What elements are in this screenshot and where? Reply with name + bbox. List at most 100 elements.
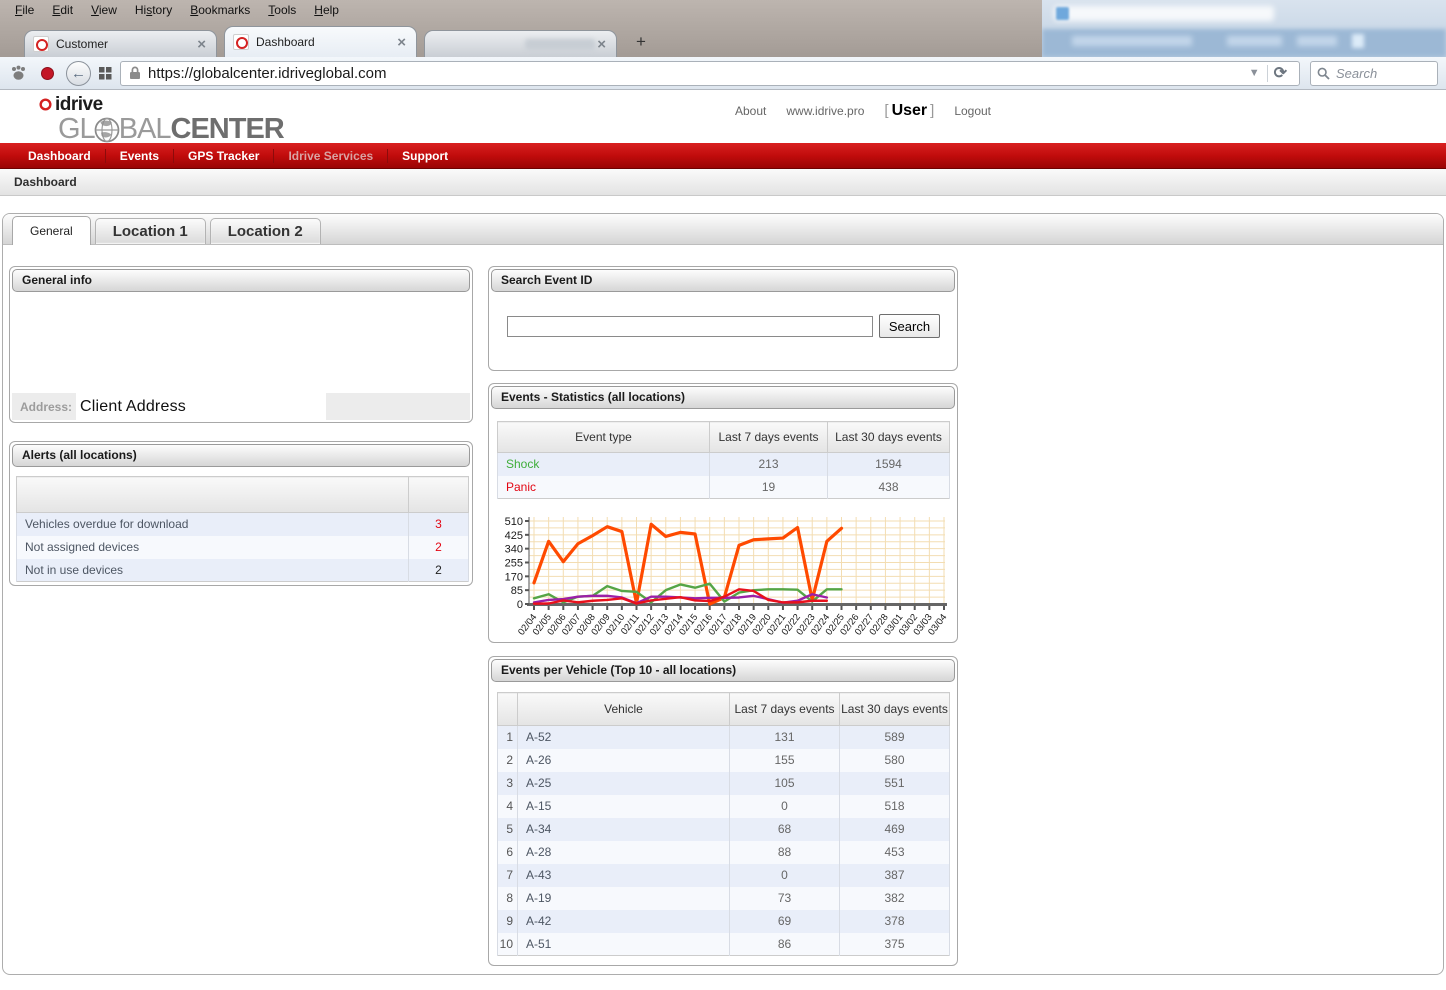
vehicle-row: 3A-25105551 [498,772,950,795]
main-navigation: DashboardEventsGPS TrackerIdrive Service… [0,143,1446,169]
events-7d-cell: 19 [710,476,828,499]
logout-link[interactable]: Logout [954,104,991,118]
vehicle-name-cell: A-19 [518,887,730,910]
header-links: About www.idrive.pro [User] Logout [735,102,991,120]
new-tab-button[interactable]: + [626,32,656,54]
stats-header-row: Event typeLast 7 days eventsLast 30 days… [498,422,950,453]
events-per-vehicle-table: VehicleLast 7 days eventsLast 30 days ev… [497,692,950,956]
reload-icon[interactable]: ⟳ [1268,63,1293,83]
tab-close-icon[interactable]: × [595,36,608,53]
vehicle-name-cell: A-43 [518,864,730,887]
vehicle-rank-cell: 10 [498,933,518,956]
event-id-input[interactable] [507,316,873,337]
vehicle-7d-cell: 69 [730,910,840,933]
vehicle-header-row: VehicleLast 7 days eventsLast 30 days ev… [498,693,950,726]
vehicle-name-cell: A-34 [518,818,730,841]
vehicle-row: 5A-3468469 [498,818,950,841]
vehicle-7d-cell: 155 [730,749,840,772]
tab-close-icon[interactable]: × [395,34,408,51]
search-button[interactable]: Search [879,314,940,338]
dashboard-container: GeneralLocation 1Location 2 General info… [2,213,1444,975]
vehicle-name-cell: A-52 [518,726,730,749]
menu-edit[interactable]: Edit [43,2,82,18]
vehicle-row: 7A-430387 [498,864,950,887]
vehicle-30d-cell: 375 [840,933,950,956]
menu-bookmarks[interactable]: Bookmarks [181,2,259,18]
events-statistics-table: Event typeLast 7 days eventsLast 30 days… [497,421,950,499]
vehicle-row: 1A-52131589 [498,726,950,749]
url-text[interactable]: https://globalcenter.idriveglobal.com [148,65,1242,82]
back-button[interactable]: ← [66,61,91,86]
tab-general[interactable]: General [12,216,91,245]
browser-tab-customer[interactable]: Customer× [24,30,217,57]
about-link[interactable]: About [735,104,766,118]
svg-text:255: 255 [505,558,523,570]
menu-history[interactable]: History [126,2,181,18]
idrive-mark-icon [39,98,52,111]
address-row: Address: Client Address [12,393,470,420]
events-statistics-panel: Events - Statistics (all locations) Even… [488,383,958,643]
redacted-tab-title [525,39,595,50]
vehicle-30d-cell: 580 [840,749,950,772]
stats-column-header: Event type [498,422,710,453]
browser-tab-dashboard[interactable]: Dashboard× [224,26,417,57]
alert-value: 2 [409,536,469,559]
vehicle-row: 4A-150518 [498,795,950,818]
event-type-cell: Panic [498,476,710,499]
vehicle-7d-cell: 88 [730,841,840,864]
record-icon[interactable] [41,67,54,80]
alert-row: Not assigned devices2 [17,536,469,559]
menu-help[interactable]: Help [305,2,348,18]
alerts-panel: Alerts (all locations) Vehicles overdue … [9,441,473,586]
browser-chrome: FileEditViewHistoryBookmarksToolsHelp Cu… [0,0,1446,57]
nav-item-idrive-services[interactable]: Idrive Services [274,149,387,163]
alert-label: Not assigned devices [17,536,409,559]
background-window-icon [1056,7,1069,20]
browser-tab-blank[interactable]: × [424,30,617,57]
vehicle-table-body: 1A-521315892A-261555803A-251055514A-1505… [498,726,950,956]
url-dropdown-icon[interactable]: ▼ [1242,67,1267,79]
menu-tools[interactable]: Tools [259,2,305,18]
svg-text:340: 340 [505,544,523,556]
browser-search-box[interactable] [1310,61,1438,86]
nav-item-events[interactable]: Events [106,149,173,163]
url-bar[interactable]: https://globalcenter.idriveglobal.com ▼ … [120,61,1300,86]
idrive-pro-link[interactable]: www.idrive.pro [786,104,864,118]
user-label: [User] [884,102,934,120]
vehicle-name-cell: A-42 [518,910,730,933]
lock-icon [129,66,141,80]
vehicle-name-cell: A-51 [518,933,730,956]
vehicle-30d-cell: 469 [840,818,950,841]
vehicle-7d-cell: 105 [730,772,840,795]
alerts-table-body: Vehicles overdue for download3Not assign… [17,513,469,582]
stats-column-header: Last 7 days events [710,422,828,453]
vehicle-row: 6A-2888453 [498,841,950,864]
events-7d-cell: 213 [710,453,828,476]
paw-icon[interactable] [10,65,27,81]
vehicle-rank-cell: 1 [498,726,518,749]
tab-location-1[interactable]: Location 1 [95,218,206,244]
grid-icon[interactable] [99,67,112,80]
nav-item-gps-tracker[interactable]: GPS Tracker [174,149,273,163]
breadcrumb-dashboard[interactable]: Dashboard [14,175,77,189]
nav-item-dashboard[interactable]: Dashboard [14,149,105,163]
menu-file[interactable]: File [6,2,43,18]
vehicle-column-header: Last 30 days events [840,693,950,726]
vehicle-30d-cell: 589 [840,726,950,749]
idrive-logo: idrive GL BALCENTER [39,95,284,144]
vehicle-rank-cell: 2 [498,749,518,772]
background-window [1042,0,1446,57]
events-per-vehicle-panel: Events per Vehicle (Top 10 - all locatio… [488,656,958,966]
tab-location-2[interactable]: Location 2 [210,218,321,244]
event-type-cell: Shock [498,453,710,476]
menu-view[interactable]: View [82,2,126,18]
browser-search-input[interactable] [1336,66,1426,81]
vehicle-7d-cell: 0 [730,864,840,887]
search-icon [1317,67,1330,80]
vehicle-30d-cell: 551 [840,772,950,795]
vehicle-row: 2A-26155580 [498,749,950,772]
tab-close-icon[interactable]: × [195,36,208,53]
nav-item-support[interactable]: Support [388,149,462,163]
search-event-title: Search Event ID [491,269,955,292]
vehicle-30d-cell: 387 [840,864,950,887]
